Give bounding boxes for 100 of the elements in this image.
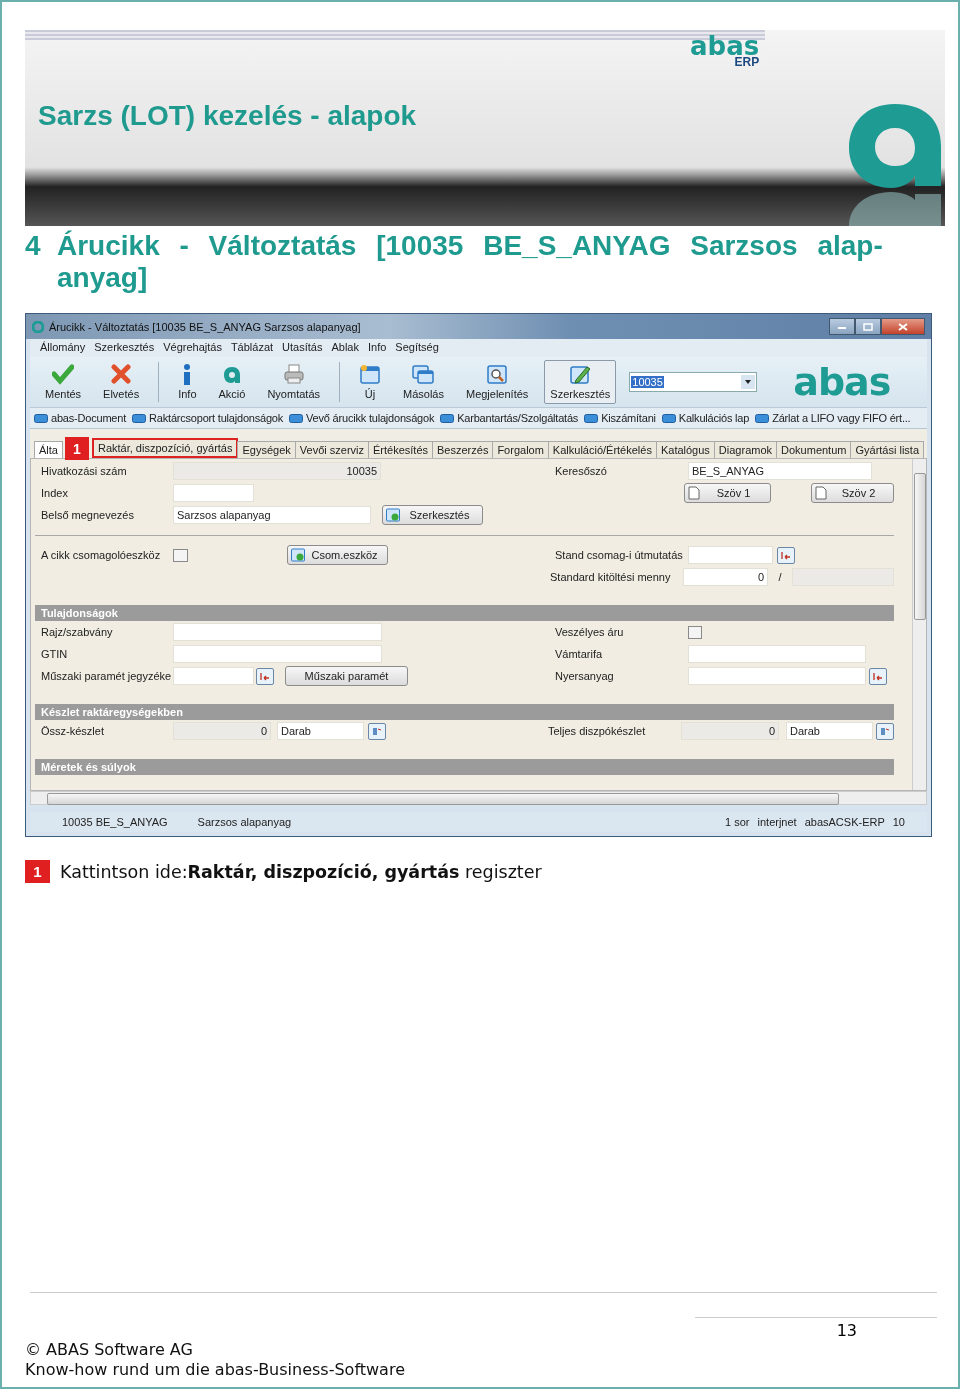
lookup-button[interactable]	[256, 667, 274, 685]
toolbar-button[interactable]: Mentés	[39, 360, 88, 404]
lookup-button[interactable]	[876, 722, 894, 740]
section-heading: Árucikk - Változtatás [10035 BE_S_ANYAG Sarzsos alap-anyag]	[57, 230, 884, 294]
menu-item[interactable]: Szerkesztés	[90, 341, 160, 355]
tab[interactable]: Beszerzés	[432, 441, 494, 458]
document-icon	[688, 486, 700, 500]
link[interactable]: Karbantartás/Szolgáltatás	[457, 412, 579, 424]
input-field[interactable]	[173, 623, 382, 641]
link[interactable]: Kiszámítani	[601, 412, 656, 424]
field-label: Standard kitöltési menny	[550, 571, 672, 583]
field-label: Keresőszó	[555, 465, 608, 477]
menu-item[interactable]: Ablak	[327, 341, 364, 355]
field-label: Műszaki paramét jegyzéke	[41, 670, 173, 682]
input-field[interactable]	[173, 484, 254, 502]
field-label: Vámtarifa	[555, 648, 604, 660]
status-text: interjnet	[757, 816, 797, 828]
list-arrow-icon	[872, 670, 884, 682]
link[interactable]: abas-Document	[51, 412, 127, 424]
page-number: 13	[836, 1321, 857, 1340]
tab[interactable]: Kalkuláció/Értékelés	[547, 441, 657, 458]
input-field[interactable]: Darab	[277, 722, 364, 740]
list-icon	[879, 725, 891, 737]
input-field[interactable]	[688, 645, 866, 663]
input-field[interactable]: BE_S_ANYAG	[688, 462, 872, 480]
link[interactable]: Vevő árucikk tulajdonságok	[306, 412, 435, 424]
window-icon	[289, 413, 304, 423]
window-icon	[34, 413, 48, 423]
pencil-icon	[569, 364, 592, 385]
status-text: 1 sor	[725, 816, 750, 828]
lookup-button[interactable]	[777, 546, 795, 564]
link[interactable]: Raktárcsoport tulajdonságok	[149, 412, 284, 424]
tab[interactable]: Álta	[34, 441, 63, 458]
copyright-text: © ABAS Software AG	[25, 1340, 194, 1360]
checkbox[interactable]	[173, 548, 188, 562]
tab[interactable]: Diagramok	[713, 441, 778, 458]
maximize-button[interactable]	[855, 318, 881, 335]
lookup-button[interactable]	[368, 722, 386, 740]
input-field[interactable]	[173, 645, 382, 663]
tab[interactable]: Értékesítés	[368, 441, 434, 458]
toolbar-button[interactable]: Elvetés	[97, 360, 146, 404]
horizontal-scrollbar[interactable]	[30, 791, 927, 805]
tab[interactable]: Vevői szerviz	[294, 441, 369, 458]
input-field[interactable]: Darab	[786, 722, 873, 740]
input-field[interactable]: 0	[681, 722, 779, 740]
tab[interactable]: Katalógus	[655, 441, 715, 458]
input-field[interactable]: Sarzsos alapanyag	[173, 506, 371, 524]
windows-icon	[412, 364, 435, 385]
section-header: Készlet raktáregységekben	[35, 704, 894, 720]
minimize-button[interactable]	[829, 318, 855, 335]
menu-item[interactable]: Segítség	[391, 341, 444, 355]
toolbar-button[interactable]: Nyomtatás	[261, 360, 326, 404]
footer-tagline: Know-how rund um die abas-Business-Software	[25, 1360, 406, 1380]
checkbox[interactable]	[688, 625, 702, 639]
vertical-scrollbar[interactable]	[912, 459, 926, 790]
section-header: Tulajdonságok	[35, 605, 894, 621]
document-icon	[815, 486, 827, 500]
window-plus-icon	[386, 508, 400, 522]
menu-item[interactable]: Utasítás	[278, 341, 328, 355]
tab[interactable]: Egységek	[237, 441, 296, 458]
toolbar-button[interactable]: Info	[172, 360, 203, 404]
toolbar-button[interactable]: Szerkesztés	[544, 360, 617, 404]
input-field[interactable]	[688, 546, 773, 564]
input-field[interactable]: 0	[173, 722, 271, 740]
lookup-button[interactable]	[869, 667, 887, 685]
form-button[interactable]: Műszaki paramét	[285, 666, 408, 686]
menu-item[interactable]: Táblázat	[226, 341, 279, 355]
toolbar-button[interactable]: Új	[353, 360, 387, 404]
tab[interactable]: Gyártási lista	[850, 441, 925, 458]
form-button[interactable]: Csom.eszköz	[287, 545, 388, 565]
field-label: Stand csomag-i útmutatás	[555, 549, 684, 561]
maximize-icon	[863, 322, 873, 331]
toolbar-button[interactable]: Megjelenítés	[459, 360, 535, 404]
status-text: 10	[892, 816, 905, 828]
input-field[interactable]	[688, 667, 866, 685]
logo-subtext: ERP	[734, 56, 760, 68]
tab[interactable]: Raktár, diszpozíció, gyártás	[91, 438, 239, 458]
menu-item[interactable]: Végrehajtás	[159, 341, 227, 355]
menu-item[interactable]: Állomány	[36, 341, 91, 355]
toolbar-button[interactable]: Akció	[212, 360, 252, 404]
section-header: Méretek és súlyok	[35, 759, 894, 775]
record-dropdown[interactable]: 10035	[629, 372, 758, 392]
link[interactable]: Zárlat a LIFO vagy FIFO ért...	[772, 412, 911, 424]
input-field[interactable]: 10035	[173, 462, 381, 480]
menu-item[interactable]: Info	[364, 341, 392, 355]
form-button[interactable]: Szerkesztés	[382, 505, 483, 525]
link[interactable]: Kalkulációs lap	[678, 412, 750, 424]
logo-text: abas	[793, 363, 891, 401]
tab[interactable]: Forgalom	[492, 441, 549, 458]
close-button[interactable]	[881, 318, 925, 335]
field-label: A cikk csomagolóeszköz	[41, 549, 162, 561]
tab[interactable]: Dokumentum	[776, 441, 852, 458]
form-button[interactable]: Szöv 2	[811, 483, 894, 503]
field-label: Index	[41, 487, 69, 499]
toolbar-button[interactable]: Másolás	[397, 360, 450, 404]
form-button[interactable]: Szöv 1	[684, 483, 771, 503]
input-field[interactable]: 0	[683, 568, 768, 586]
instruction-text: Kattintson ide:Raktár, diszpozíció, gyártás regiszter	[60, 861, 542, 882]
input-field[interactable]	[173, 667, 254, 685]
window-title: Árucikk - Változtatás [10035 BE_S_ANYAG Sarzsos alapanyag]	[49, 320, 361, 333]
